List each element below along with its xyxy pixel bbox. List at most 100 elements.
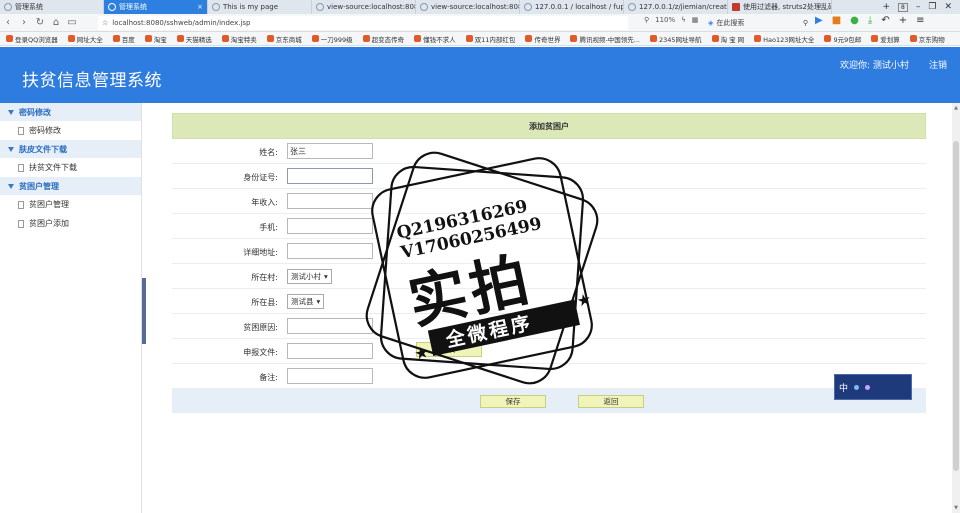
name-input[interactable]: 张三 [287, 143, 373, 159]
tab-count-badge[interactable]: 8 [898, 2, 908, 12]
bookmark-item[interactable]: 登录QQ浏览器 [6, 34, 58, 44]
address-input[interactable] [287, 243, 373, 259]
sidebar-group-password[interactable]: 密码修改 [0, 103, 141, 121]
note-input[interactable] [287, 368, 373, 384]
bookmark-item[interactable]: 京东购物 [909, 34, 945, 44]
logout-link[interactable]: 注销 [929, 58, 947, 71]
id-number-label: 身份证号: [243, 173, 278, 182]
sidebar-group-file-download[interactable]: 肤皮文件下载 [0, 140, 141, 158]
search-engine-icon[interactable]: ◈ [708, 19, 713, 27]
browser-tab[interactable]: 管理系统 [0, 0, 104, 14]
bookmark-item[interactable]: 9元9包邮 [824, 34, 861, 44]
caret-down-icon [8, 146, 14, 152]
grid-icon[interactable]: ▦ [692, 16, 699, 24]
ime-widget[interactable]: 中 [834, 374, 912, 400]
menu-icon[interactable]: ≡ [916, 15, 924, 26]
scrollbar-thumb[interactable] [953, 141, 959, 471]
sidebar-item-file-download[interactable]: 扶贫文件下载 [0, 158, 141, 177]
bookmark-icon [754, 35, 762, 42]
bookmark-item[interactable]: 双11内部红包 [465, 34, 515, 44]
bookmark-item[interactable]: 淘宝 [144, 34, 167, 44]
income-input[interactable] [287, 193, 373, 209]
bookmark-icon [570, 35, 578, 42]
url-input[interactable]: ☆ localhost:8080/sshweb/admin/index.jsp [98, 16, 628, 30]
close-icon[interactable]: × [197, 3, 203, 11]
lightning-icon[interactable]: ϟ [681, 16, 686, 24]
bookmark-item[interactable]: 京东商城 [266, 34, 302, 44]
browser-tab-active[interactable]: 管理系统 × [104, 0, 208, 14]
download-icon[interactable]: ⤓ [868, 15, 872, 26]
bookmark-item[interactable]: 天猫精选 [176, 34, 212, 44]
bookmark-item[interactable]: 爱划算 [871, 34, 900, 44]
bookmark-item[interactable]: 传奇世界 [525, 34, 560, 44]
form-row-address: 详细地址: [172, 239, 926, 264]
add-icon[interactable]: + [899, 15, 907, 26]
back-icon[interactable]: ‹ [0, 17, 16, 28]
bookmark-icon [824, 35, 832, 42]
new-tab-icon[interactable]: + [883, 2, 891, 12]
wechat-icon[interactable]: ● [850, 15, 859, 26]
sidebar-item-household-manage[interactable]: 贫困户管理 [0, 195, 141, 214]
sidebar-item-change-password[interactable]: 密码修改 [0, 121, 141, 140]
upload-button[interactable]: 上传 [416, 342, 482, 357]
back-button[interactable]: 返回 [578, 395, 644, 408]
video-icon[interactable]: ■ [832, 15, 841, 26]
bookmark-icon [266, 35, 274, 42]
browser-tab[interactable]: view-source:localhost:8080/ [416, 0, 520, 14]
reload-icon[interactable]: ↻ [32, 17, 48, 28]
star-icon[interactable]: ☆ [102, 19, 108, 27]
minimize-icon[interactable]: – [916, 2, 921, 12]
undo-icon[interactable]: ↶ [881, 15, 889, 26]
forward-icon[interactable]: › [16, 17, 32, 28]
bookmark-item[interactable]: 一刀999级 [311, 34, 353, 44]
document-icon [18, 219, 24, 228]
file-label: 申报文件: [243, 348, 278, 357]
form-row-income: 年收入: [172, 189, 926, 214]
bookmark-icon [711, 35, 719, 42]
form-row-note: 备注: [172, 364, 926, 389]
zoom-level[interactable]: 110% [655, 16, 675, 24]
app-title: 扶贫信息管理系统 [22, 71, 162, 91]
bookmark-item[interactable]: 淘 宝 网 [711, 34, 744, 44]
globe-icon [420, 3, 428, 11]
browser-tab[interactable]: 使用过滤器, struts2处理乱码 [728, 0, 832, 14]
sidebar-item-household-add[interactable]: 贫困户添加 [0, 214, 141, 233]
bookmark-item[interactable]: 淘宝特卖 [221, 34, 257, 44]
scroll-down-icon[interactable]: ▼ [953, 505, 959, 511]
bookmark-item[interactable]: 百度 [112, 34, 135, 44]
bookmark-item[interactable]: 2345网址导航 [649, 34, 702, 44]
search-input[interactable]: ◈ 在此搜索 ⚲ [708, 16, 808, 30]
zoom-icon[interactable]: ⚲ [644, 16, 649, 24]
bookmark-item[interactable]: 超变态传奇 [362, 34, 404, 44]
bookmark-item[interactable]: 懂钱不求人 [414, 34, 456, 44]
bookmark-item[interactable]: Hao123网址大全 [754, 34, 814, 44]
browser-tab[interactable]: 127.0.0.1 / localhost / fupin [520, 0, 624, 14]
close-window-icon[interactable]: ✕ [944, 2, 952, 12]
add-household-form: 添加贫困户 姓名: 张三 身份证号: 年收入: 手机: 详细地址: 所在村: 测… [172, 113, 926, 413]
sidebar-group-household[interactable]: 贫困户管理 [0, 177, 141, 195]
form-row-file: 申报文件: 上传 [172, 339, 926, 364]
reason-input[interactable] [287, 318, 373, 334]
search-icon[interactable]: ⚲ [803, 19, 808, 27]
bookmark-icon [871, 35, 879, 42]
bookmark-item[interactable]: 网址大全 [67, 34, 103, 44]
browser-tab[interactable]: 127.0.0.1/z/jiemian/create.p [624, 0, 728, 14]
bookmark-item[interactable]: 腾讯视频-中国领先... [570, 34, 640, 44]
phone-input[interactable] [287, 218, 373, 234]
save-button[interactable]: 保存 [480, 395, 546, 408]
play-icon[interactable]: ▶ [815, 15, 823, 26]
restore-icon[interactable]: ❐ [928, 2, 936, 12]
income-label: 年收入: [251, 198, 278, 207]
id-number-input[interactable] [287, 168, 373, 184]
vertical-scrollbar[interactable]: ▲ ▼ [952, 103, 960, 513]
browser-tab[interactable]: view-source:localhost:8080/ [312, 0, 416, 14]
reader-icon[interactable]: ▭ [64, 17, 80, 28]
name-label: 姓名: [259, 148, 278, 157]
county-select[interactable]: 测试县 ▾ [287, 294, 325, 309]
file-input[interactable] [287, 343, 373, 359]
scroll-up-icon[interactable]: ▲ [953, 105, 959, 111]
village-select[interactable]: 测试小村 ▾ [287, 269, 332, 284]
browser-tab[interactable]: This is my page [208, 0, 312, 14]
form-row-phone: 手机: [172, 214, 926, 239]
home-icon[interactable]: ⌂ [48, 17, 64, 28]
